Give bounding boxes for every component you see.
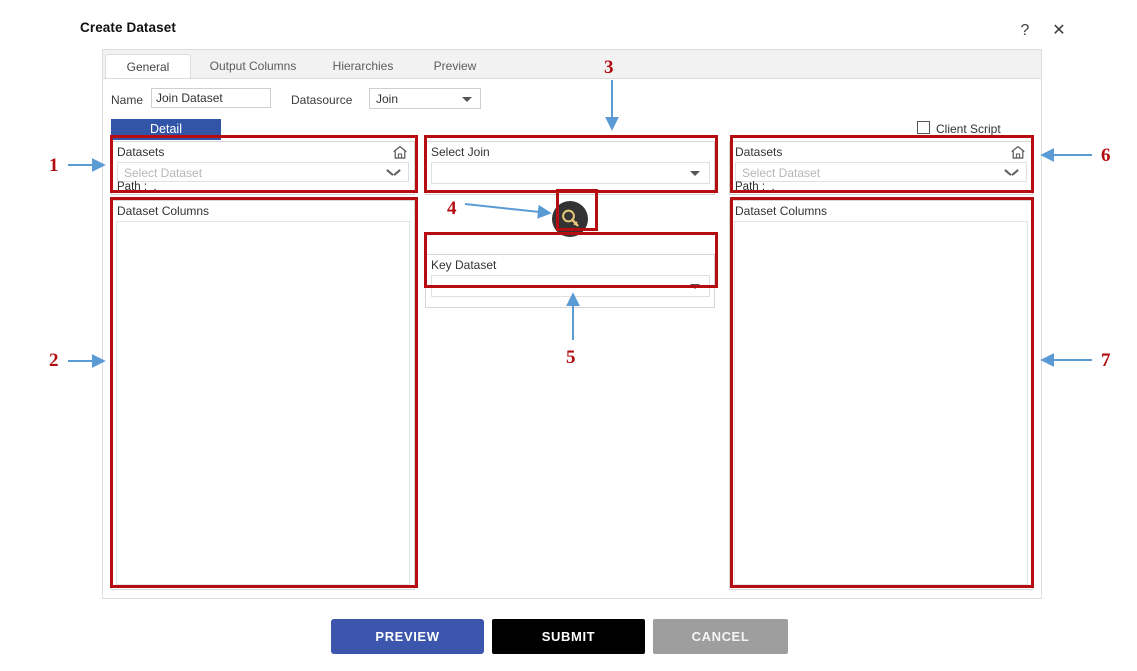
client-script-label: Client Script	[936, 122, 1001, 136]
chevron-down-icon	[388, 168, 399, 179]
key-dataset-label: Key Dataset	[431, 258, 497, 272]
right-path-label: Path : .	[735, 181, 775, 193]
left-datasets-label: Datasets	[117, 145, 165, 159]
home-icon[interactable]	[1010, 145, 1026, 160]
key-dataset-dropdown[interactable]	[431, 275, 710, 297]
create-dataset-dialog: Create Dataset ? ✕ General Output Column…	[78, 8, 1066, 600]
annotation-number-4: 4	[447, 198, 457, 219]
tabbar: General Output Columns Hierarchies Previ…	[103, 50, 1041, 79]
tab-general[interactable]: General	[105, 54, 191, 79]
annotation-number-6: 6	[1101, 145, 1111, 166]
preview-button[interactable]: PREVIEW	[331, 619, 484, 654]
right-dataset-columns: Dataset Columns	[729, 200, 1033, 590]
name-input[interactable]	[151, 88, 271, 108]
tab-panel: General Output Columns Hierarchies Previ…	[102, 49, 1042, 599]
key-icon	[562, 209, 579, 227]
left-columns-label: Dataset Columns	[117, 204, 210, 218]
left-datasets-group: Datasets Select Dataset Path : .	[111, 141, 415, 195]
chevron-down-icon	[1006, 168, 1017, 179]
left-dataset-placeholder: Select Dataset	[124, 166, 203, 180]
select-join-label: Select Join	[431, 145, 490, 159]
client-script-checkbox[interactable]: Client Script	[917, 121, 1001, 136]
chevron-down-icon	[462, 97, 472, 102]
select-join-group: Select Join	[425, 141, 715, 195]
left-columns-list[interactable]	[116, 221, 410, 585]
annotation-number-7: 7	[1101, 350, 1111, 371]
help-icon[interactable]: ?	[1012, 18, 1038, 44]
left-path-label: Path : .	[117, 181, 157, 193]
chevron-down-icon	[690, 284, 700, 289]
key-dataset-group: Key Dataset	[425, 254, 715, 308]
annotation-number-3: 3	[604, 57, 614, 78]
right-datasets-group: Datasets Select Dataset Path : .	[729, 141, 1033, 195]
key-button[interactable]	[552, 201, 588, 237]
select-join-dropdown[interactable]	[431, 162, 710, 184]
left-dataset-columns: Dataset Columns	[111, 200, 415, 590]
datasource-value: Join	[376, 92, 399, 106]
right-dataset-placeholder: Select Dataset	[742, 166, 821, 180]
right-dataset-select[interactable]: Select Dataset	[735, 162, 1027, 182]
name-label: Name	[111, 93, 144, 107]
chevron-down-icon	[690, 171, 700, 176]
tab-output-columns[interactable]: Output Columns	[193, 54, 313, 78]
datasource-label: Datasource	[291, 93, 353, 107]
right-columns-list[interactable]	[734, 221, 1028, 585]
submit-button[interactable]: SUBMIT	[492, 619, 645, 654]
page-title: Create Dataset	[80, 20, 176, 35]
tab-content-general: Name Datasource Join Detail Client Scrip…	[103, 78, 1041, 598]
annotation-number-1: 1	[49, 155, 59, 176]
annotation-number-5: 5	[566, 347, 576, 368]
left-dataset-select[interactable]: Select Dataset	[117, 162, 409, 182]
checkbox-box	[917, 121, 930, 134]
right-columns-label: Dataset Columns	[735, 204, 828, 218]
home-icon[interactable]	[392, 145, 408, 160]
annotation-number-2: 2	[49, 350, 59, 371]
tab-preview[interactable]: Preview	[415, 54, 495, 78]
right-datasets-label: Datasets	[735, 145, 783, 159]
datasource-select[interactable]: Join	[369, 88, 481, 109]
close-icon[interactable]: ✕	[1046, 18, 1072, 44]
tab-hierarchies[interactable]: Hierarchies	[317, 54, 409, 78]
cancel-button[interactable]: CANCEL	[653, 619, 788, 654]
detail-button[interactable]: Detail	[111, 119, 221, 140]
